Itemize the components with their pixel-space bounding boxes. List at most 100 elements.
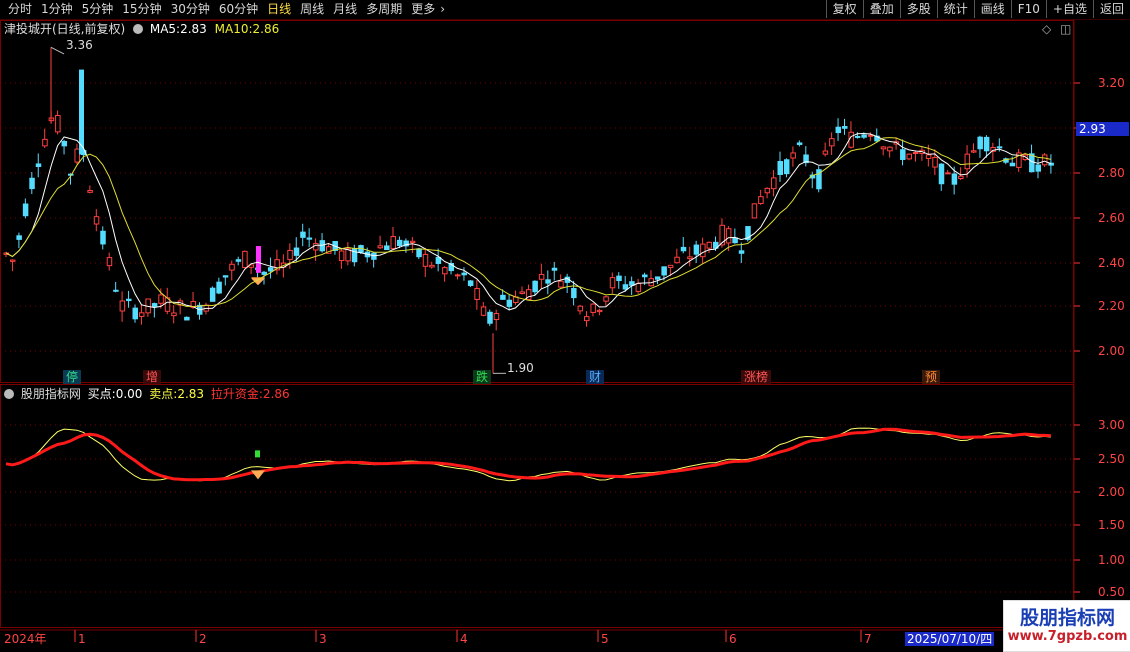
candle-6[interactable] (42, 128, 48, 148)
candle-157[interactable] (1016, 148, 1022, 172)
candle-83[interactable] (538, 263, 545, 290)
event-tag-finance[interactable]: 财 (586, 370, 605, 384)
candle-1[interactable] (9, 259, 16, 272)
candle-72[interactable] (467, 279, 474, 288)
more-arrow-icon[interactable]: › (440, 1, 447, 18)
candle-27[interactable] (177, 298, 184, 315)
candle-117[interactable] (758, 189, 764, 205)
candle-75[interactable] (487, 309, 493, 326)
candle-109[interactable] (706, 241, 713, 254)
candle-25[interactable] (164, 287, 171, 315)
toolbar-button-0[interactable]: 复权 (825, 0, 863, 18)
event-tag-increase[interactable]: 增 (143, 370, 162, 384)
candle-68[interactable] (442, 266, 448, 282)
candle-2[interactable] (16, 232, 22, 249)
candle-76[interactable] (493, 309, 500, 331)
candle-130[interactable] (842, 118, 848, 135)
candle-107[interactable] (693, 240, 700, 264)
period-tab-9[interactable]: 多周期 (362, 1, 407, 18)
period-tab-8[interactable]: 月线 (329, 1, 362, 18)
candle-67[interactable] (435, 248, 442, 272)
candle-22[interactable] (145, 298, 151, 317)
event-tag-halt[interactable]: 停 (63, 370, 82, 384)
candle-126[interactable] (816, 166, 822, 193)
toolbar-button-4[interactable]: 画线 (973, 0, 1011, 18)
candle-114[interactable] (738, 242, 745, 263)
period-tab-3[interactable]: 15分钟 (118, 1, 166, 18)
candle-119[interactable] (771, 170, 777, 197)
candle-36[interactable] (235, 256, 242, 266)
toolbar-button-5[interactable]: F10 (1010, 0, 1046, 18)
candle-85[interactable] (551, 261, 558, 281)
candle-14[interactable] (93, 209, 100, 232)
period-tab-1[interactable]: 1分钟 (37, 1, 78, 18)
period-tab-7[interactable]: 周线 (296, 1, 329, 18)
candle-95[interactable] (616, 272, 622, 289)
candle-48[interactable] (313, 238, 319, 262)
candle-16[interactable] (106, 252, 113, 271)
candle-17[interactable] (113, 281, 119, 293)
candle-141[interactable] (912, 150, 919, 162)
candle-160[interactable] (1035, 158, 1041, 179)
event-tag-rank[interactable]: 涨榜 (741, 370, 772, 384)
period-tab-2[interactable]: 5分钟 (78, 1, 119, 18)
period-tab-10[interactable]: 更多 (407, 1, 440, 18)
candle-59[interactable] (384, 241, 390, 251)
candle-70[interactable] (455, 273, 461, 280)
candle-86[interactable] (558, 274, 564, 288)
period-tab-0[interactable]: 分时 (4, 1, 37, 18)
candle-58[interactable] (377, 235, 384, 249)
candle-159[interactable] (1029, 144, 1035, 173)
candle-51[interactable] (332, 241, 338, 255)
diamond-icon[interactable]: ◇ (1042, 22, 1051, 36)
candle-19[interactable] (126, 290, 132, 308)
candle-162[interactable] (1048, 154, 1054, 174)
candle-142[interactable] (919, 146, 925, 161)
candle-53[interactable] (345, 242, 351, 266)
toolbar-button-6[interactable]: +自选 (1045, 0, 1093, 18)
candle-33[interactable] (216, 277, 222, 295)
candle-28[interactable] (184, 316, 190, 321)
candle-46[interactable] (300, 223, 306, 247)
candle-136[interactable] (880, 145, 887, 156)
candle-121[interactable] (783, 158, 790, 178)
candle-124[interactable] (803, 146, 809, 167)
candle-63[interactable] (409, 237, 416, 254)
candle-8[interactable] (55, 110, 61, 135)
candle-92[interactable] (596, 308, 603, 316)
candle-105[interactable] (680, 237, 687, 254)
candle-128[interactable] (829, 132, 835, 155)
candle-23[interactable] (151, 302, 158, 318)
candle-30[interactable] (197, 302, 203, 320)
candle-69[interactable] (448, 259, 455, 275)
candle-89[interactable] (577, 304, 584, 315)
toolbar-button-2[interactable]: 多股 (899, 0, 937, 18)
period-tab-5[interactable]: 60分钟 (215, 1, 263, 18)
legend-toggle-icon[interactable] (133, 24, 144, 34)
candle-100[interactable] (648, 270, 654, 287)
candle-113[interactable] (732, 228, 738, 244)
period-tab-6[interactable]: 日线 (263, 1, 296, 18)
candle-144[interactable] (932, 149, 938, 175)
candle-64[interactable] (416, 247, 422, 260)
candle-98[interactable] (635, 278, 642, 294)
candle-146[interactable] (945, 169, 951, 175)
candle-137[interactable] (887, 146, 893, 158)
candle-5[interactable] (35, 153, 42, 178)
candle-90[interactable] (584, 311, 590, 327)
sub-legend-toggle-icon[interactable] (4, 389, 14, 399)
candle-155[interactable] (1003, 157, 1009, 165)
candle-116[interactable] (751, 203, 758, 219)
candle-145[interactable] (938, 163, 945, 191)
candle-94[interactable] (609, 272, 616, 294)
candle-122[interactable] (790, 146, 796, 167)
period-tab-4[interactable]: 30分钟 (167, 1, 215, 18)
candle-32[interactable] (209, 286, 216, 302)
candle-4[interactable] (29, 171, 35, 195)
candle-15[interactable] (100, 226, 106, 250)
candle-60[interactable] (390, 227, 396, 250)
candle-57[interactable] (371, 252, 377, 268)
candle-26[interactable] (171, 305, 177, 324)
candle-21[interactable] (138, 305, 145, 325)
candle-20[interactable] (132, 304, 138, 323)
